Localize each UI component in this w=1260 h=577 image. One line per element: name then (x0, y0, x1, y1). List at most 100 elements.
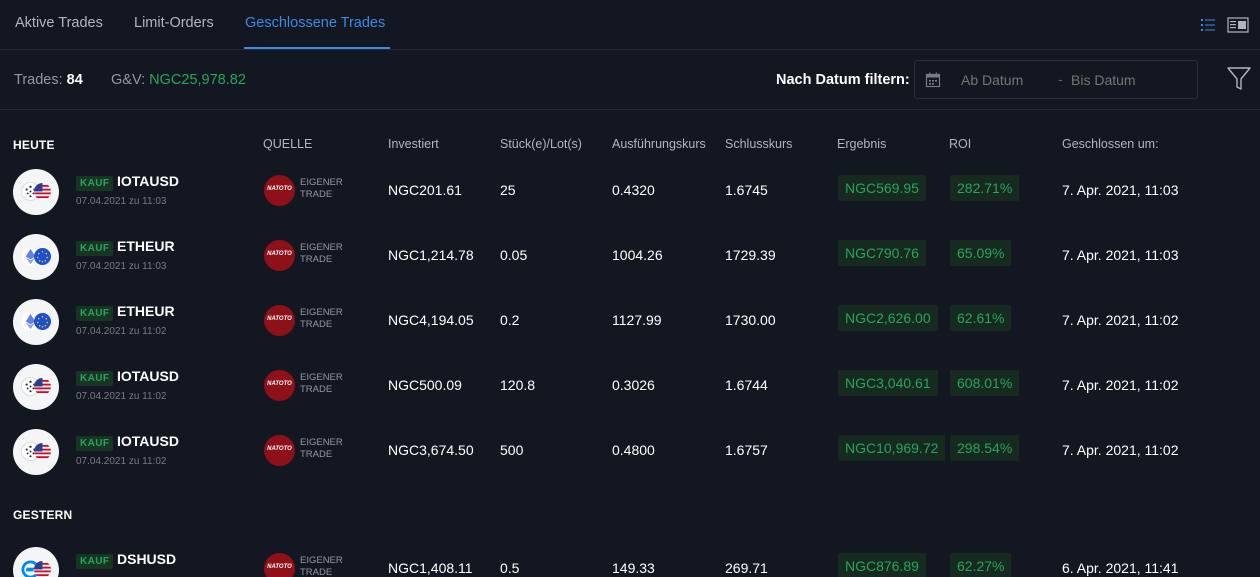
source-label: EIGENER TRADE (300, 307, 343, 330)
source-label: EIGENER TRADE (300, 372, 343, 395)
side-badge: KAUF (76, 371, 114, 386)
gv-label: G&V: (111, 72, 146, 88)
side-badge: KAUF (76, 176, 114, 191)
close-price-value: 1.6744 (725, 377, 768, 393)
source-logo: NATOTO (264, 553, 295, 577)
invested-value: NGC201.61 (388, 182, 462, 198)
roi-badge: 65.09% (950, 240, 1012, 266)
active-tab-indicator (244, 47, 390, 49)
card-view-icon[interactable] (1227, 16, 1249, 34)
gv-value: NGC25,978.82 (149, 72, 246, 88)
instrument-avatar (13, 169, 59, 215)
col-header-exec-price: Ausführungskurs (612, 137, 706, 151)
source-logo: NATOTO (264, 305, 295, 336)
filter-funnel-icon[interactable] (1227, 66, 1251, 92)
table-row[interactable]: KAUF IOTAUSD 07.04.2021 zu 11:02 NATOTO … (0, 357, 1260, 422)
source-logo-text: NATOTO (267, 251, 292, 257)
units-value: 0.05 (500, 247, 528, 263)
opened-time: 07.04.2021 zu 11:02 (76, 456, 167, 467)
usd-flag-icon (34, 183, 51, 200)
eur-flag-icon (34, 248, 51, 265)
trades-value: 84 (66, 72, 83, 88)
source-logo: NATOTO (264, 435, 295, 466)
side-badge: KAUF (76, 436, 114, 451)
result-badge: NGC3,040.61 (838, 370, 938, 396)
table-row[interactable]: KAUF IOTAUSD 07.04.2021 zu 11:03 NATOTO … (0, 162, 1260, 227)
close-price-value: 1.6757 (725, 442, 768, 458)
col-header-result: Ergebnis (837, 137, 887, 151)
result-badge: NGC10,969.72 (838, 435, 946, 461)
side-badge: KAUF (76, 554, 114, 569)
table-row[interactable]: KAUF ETHEUR 07.04.2021 zu 11:02 NATOTO E… (0, 292, 1260, 357)
units-value: 0.5 (500, 560, 520, 576)
date-filter-label: Nach Datum filtern: (776, 72, 910, 88)
exec-price-value: 0.3026 (612, 377, 655, 393)
closed-at-value: 7. Apr. 2021, 11:02 (1062, 377, 1179, 393)
instrument-symbol: ETHEUR (117, 303, 175, 319)
to-date-input[interactable] (1071, 72, 1181, 88)
table-row[interactable]: KAUF ETHEUR 07.04.2021 zu 11:03 NATOTO E… (0, 227, 1260, 292)
instrument-avatar (13, 364, 59, 410)
trades-count: Trades: 84 (14, 72, 83, 88)
usd-flag-icon (34, 378, 51, 395)
invested-value: NGC3,674.50 (388, 442, 474, 458)
result-badge: NGC876.89 (838, 553, 926, 577)
invested-value: NGC1,214.78 (388, 247, 474, 263)
side-badge: KAUF (76, 306, 114, 321)
source-logo-text: NATOTO (267, 446, 292, 452)
trades-label: Trades: (14, 72, 63, 88)
tab-aktive-trades[interactable]: Aktive Trades (15, 15, 103, 31)
source-logo: NATOTO (264, 175, 295, 206)
opened-time: 07.04.2021 zu 11:02 (76, 326, 167, 337)
source-logo: NATOTO (264, 370, 295, 401)
source-logo-text: NATOTO (267, 186, 292, 192)
list-view-icon[interactable] (1199, 16, 1217, 34)
summary-bar: Trades: 84 G&V: NGC25,978.82 Nach Datum … (0, 50, 1260, 110)
roi-badge: 298.54% (950, 435, 1020, 461)
result-badge: NGC569.95 (838, 175, 926, 201)
table-row[interactable]: KAUF DSHUSD NATOTO EIGENER TRADE NGC1,40… (0, 540, 1260, 577)
col-header-close-price: Schlusskurs (725, 137, 793, 151)
units-value: 25 (500, 182, 516, 198)
close-price-value: 1730.00 (725, 312, 776, 328)
units-value: 500 (500, 442, 524, 458)
tab-limit-orders[interactable]: Limit-Orders (134, 15, 214, 31)
instrument-symbol: IOTAUSD (117, 368, 179, 384)
source-label: EIGENER TRADE (300, 437, 343, 460)
closed-at-value: 7. Apr. 2021, 11:02 (1062, 442, 1179, 458)
result-badge: NGC2,626.00 (838, 305, 938, 331)
source-logo: NATOTO (264, 240, 295, 271)
instrument-symbol: IOTAUSD (117, 173, 179, 189)
source-logo-text: NATOTO (267, 381, 292, 387)
group-label-today: HEUTE (13, 138, 55, 152)
close-price-value: 269.71 (725, 560, 768, 576)
close-price-value: 1.6745 (725, 182, 768, 198)
closed-at-value: 7. Apr. 2021, 11:02 (1062, 312, 1179, 328)
opened-time: 07.04.2021 zu 11:03 (76, 196, 167, 207)
invested-value: NGC1,408.11 (388, 560, 473, 576)
from-date-input[interactable] (961, 72, 1051, 88)
usd-flag-icon (34, 561, 51, 577)
exec-price-value: 1004.26 (612, 247, 663, 263)
closed-at-value: 7. Apr. 2021, 11:03 (1062, 182, 1179, 198)
roi-badge: 62.27% (950, 553, 1012, 577)
tab-bar: Aktive Trades Limit-Orders Geschlossene … (0, 0, 1260, 50)
units-value: 120.8 (500, 377, 536, 393)
instrument-avatar (13, 234, 59, 280)
col-header-source: QUELLE (263, 137, 313, 151)
instrument-avatar (13, 299, 59, 345)
instrument-avatar (13, 429, 59, 475)
col-header-closed-at: Geschlossen um: (1062, 137, 1159, 151)
opened-time: 07.04.2021 zu 11:03 (76, 261, 167, 272)
roi-badge: 608.01% (950, 370, 1020, 396)
roi-badge: 282.71% (950, 175, 1020, 201)
table-row[interactable]: KAUF IOTAUSD 07.04.2021 zu 11:02 NATOTO … (0, 422, 1260, 487)
date-range-picker[interactable]: - (914, 60, 1198, 99)
tab-geschlossene-trades[interactable]: Geschlossene Trades (245, 15, 385, 31)
eur-flag-icon (34, 313, 51, 330)
opened-time: 07.04.2021 zu 11:02 (76, 391, 167, 402)
exec-price-value: 1127.99 (612, 312, 662, 328)
source-label: EIGENER TRADE (300, 555, 343, 577)
date-separator: - (1058, 71, 1063, 87)
col-header-invested: Investiert (388, 137, 439, 151)
